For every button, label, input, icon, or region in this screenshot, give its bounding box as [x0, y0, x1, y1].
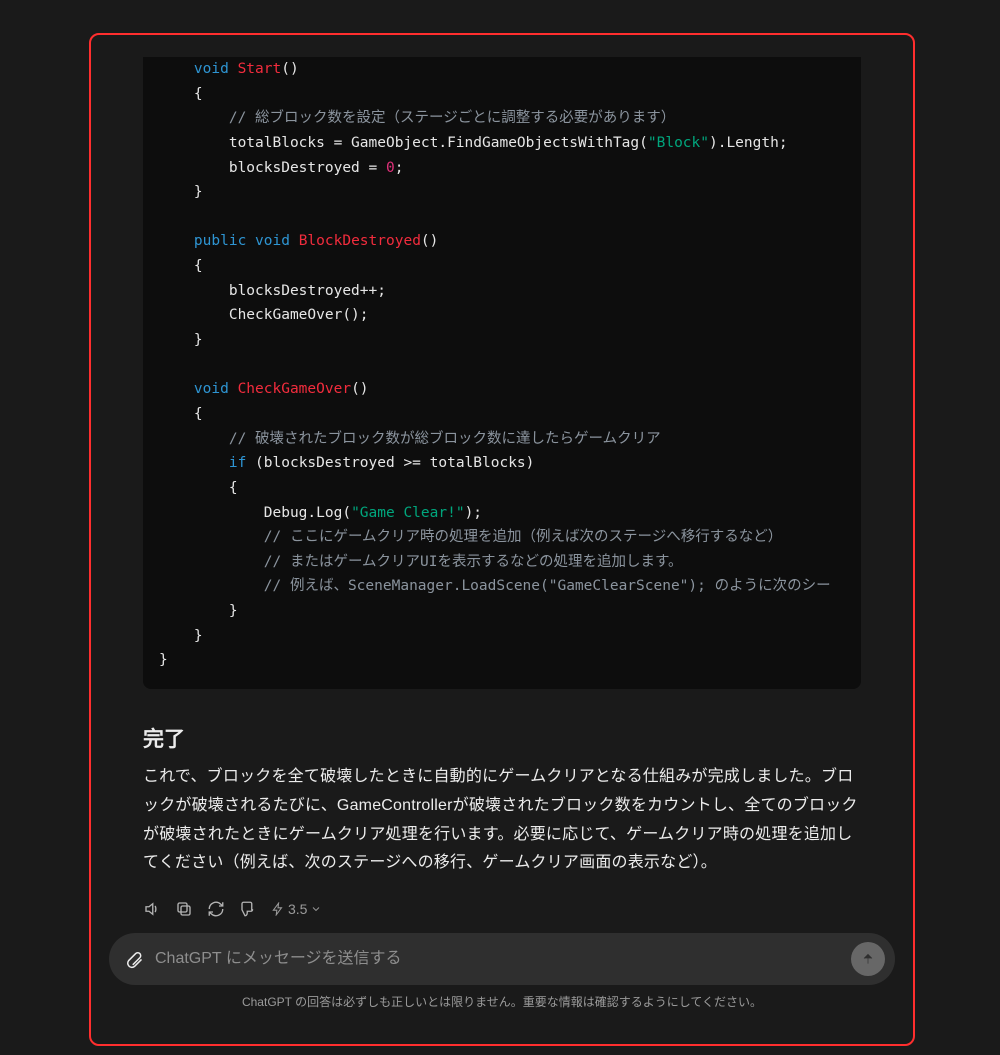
model-switcher[interactable]: 3.5 — [271, 901, 322, 917]
code-block: void Start() { // 総ブロック数を設定（ステージごとに調整する必… — [143, 57, 861, 689]
attach-icon[interactable] — [123, 948, 145, 970]
composer-area: ChatGPT の回答は必ずしも正しいとは限りません。重要な情報は確認するように… — [109, 933, 895, 1010]
message-actions: 3.5 — [143, 900, 861, 918]
send-button[interactable] — [851, 942, 885, 976]
bad-response-icon[interactable] — [239, 900, 257, 918]
highlight-frame: void Start() { // 総ブロック数を設定（ステージごとに調整する必… — [89, 33, 915, 1046]
disclaimer-text: ChatGPT の回答は必ずしも正しいとは限りません。重要な情報は確認するように… — [109, 993, 895, 1010]
section-body: これで、ブロックを全て破壊したときに自動的にゲームクリアとなる仕組みが完成しまし… — [143, 763, 861, 878]
message-input[interactable] — [155, 950, 841, 968]
section-title: 完了 — [143, 723, 861, 753]
composer[interactable] — [109, 933, 895, 985]
regenerate-icon[interactable] — [207, 900, 225, 918]
model-label: 3.5 — [288, 901, 307, 917]
code-content: void Start() { // 総ブロック数を設定（ステージごとに調整する必… — [143, 57, 861, 679]
read-aloud-icon[interactable] — [143, 900, 161, 918]
copy-icon[interactable] — [175, 900, 193, 918]
